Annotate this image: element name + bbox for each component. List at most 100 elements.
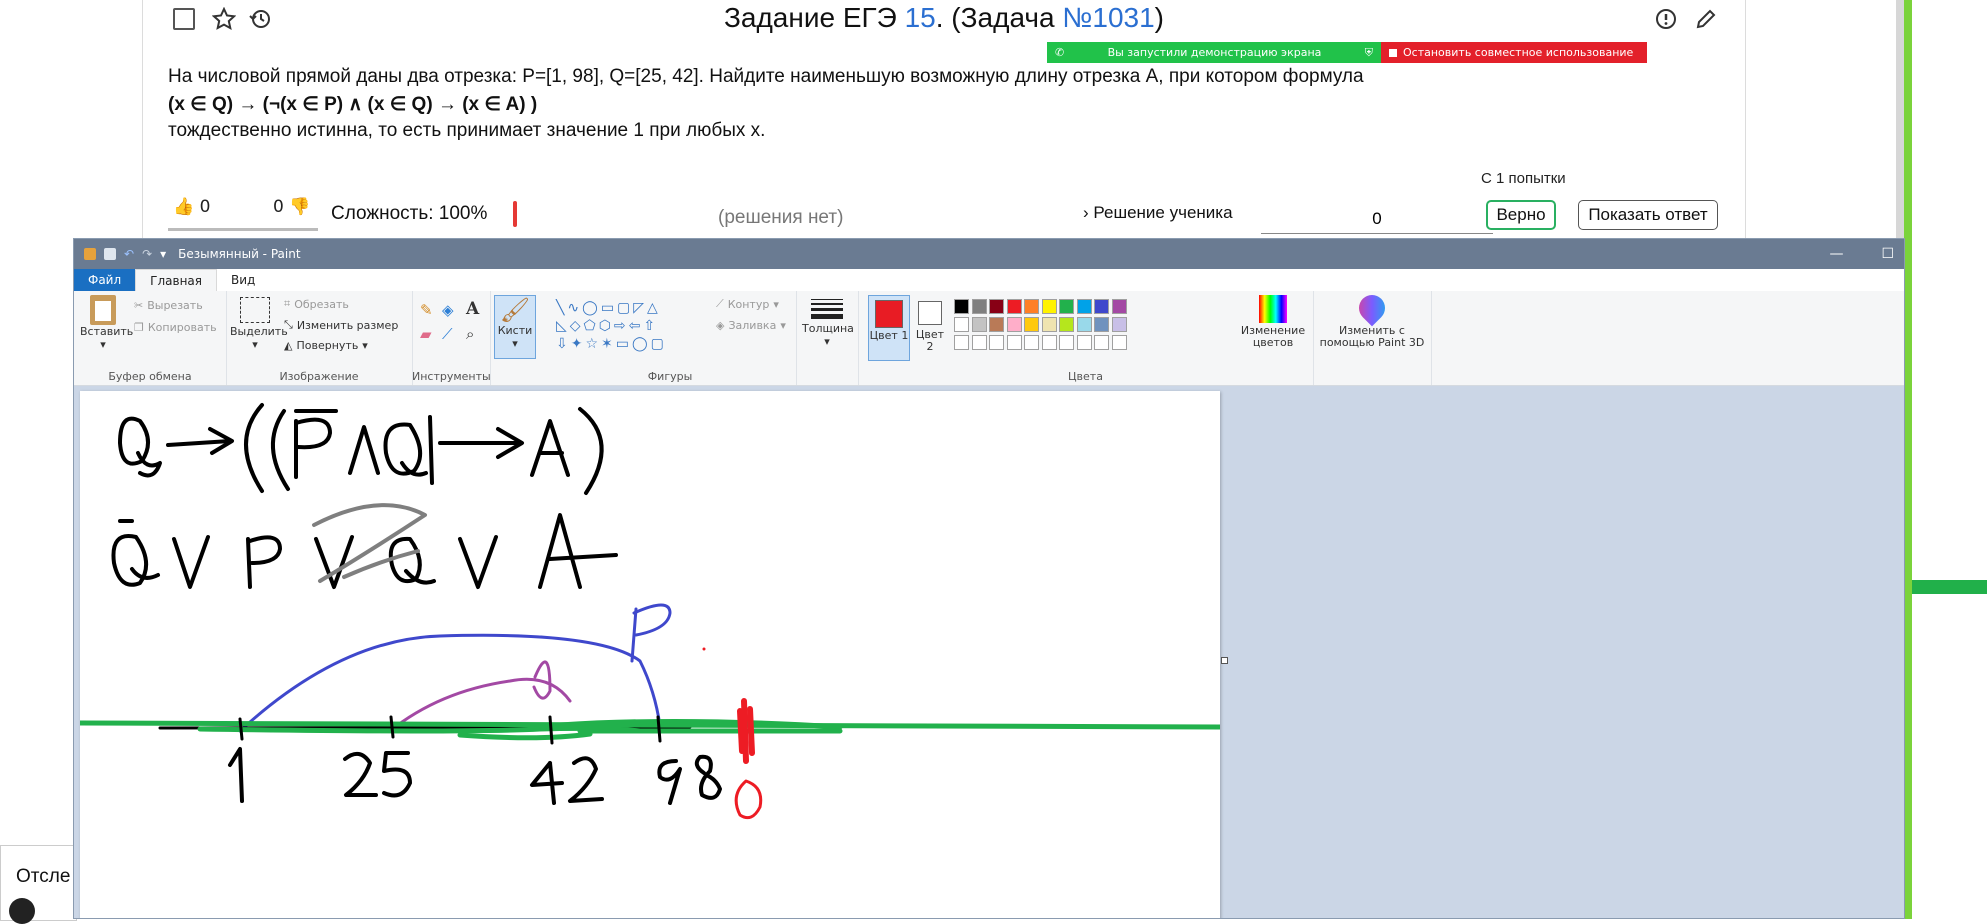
text-tool[interactable]: A bbox=[466, 299, 479, 319]
phone-icon: ✆ bbox=[1055, 46, 1065, 59]
like-count: 0 bbox=[199, 197, 211, 217]
tab-file[interactable]: Файл bbox=[74, 269, 136, 291]
palette-swatch[interactable] bbox=[1111, 335, 1127, 350]
palette-swatch[interactable] bbox=[1076, 299, 1092, 314]
palette-swatch[interactable] bbox=[989, 299, 1004, 314]
palette-swatch[interactable] bbox=[1076, 335, 1092, 350]
eraser-tool[interactable]: ▰ bbox=[420, 325, 432, 343]
brushes-button[interactable]: 🖌 Кисти ▾ bbox=[494, 295, 536, 359]
shapes-gallery[interactable]: ╲∿◯▭▢◸△ ◺◇⬠⬡⇨⇦⇧ ⇩✦☆✶▭◯▢ bbox=[556, 299, 708, 355]
report-icon[interactable] bbox=[1653, 6, 1679, 32]
correct-button[interactable]: Верно bbox=[1486, 200, 1556, 230]
color-picker-tool[interactable]: ⟋ bbox=[442, 325, 453, 343]
palette-swatch[interactable] bbox=[1059, 335, 1074, 350]
palette-swatch[interactable] bbox=[1006, 299, 1022, 314]
magnifier-tool[interactable]: ⌕ bbox=[466, 325, 474, 343]
palette-swatch[interactable] bbox=[1006, 317, 1022, 332]
pen-icon[interactable] bbox=[9, 898, 35, 924]
undo-icon[interactable]: ↶ bbox=[124, 247, 134, 261]
drawing-canvas[interactable] bbox=[80, 391, 1220, 918]
save-icon[interactable] bbox=[104, 248, 116, 260]
copy-button[interactable]: ❐ Копировать bbox=[134, 321, 217, 334]
palette-swatch[interactable] bbox=[954, 299, 969, 314]
palette-swatch[interactable] bbox=[971, 335, 987, 350]
cut-button[interactable]: ✂ Вырезать bbox=[134, 299, 203, 312]
eyedropper-icon: ⟋ bbox=[442, 325, 453, 343]
paste-dropdown-icon[interactable]: ▾ bbox=[80, 338, 126, 351]
palette-swatch[interactable] bbox=[1024, 317, 1039, 332]
handwritten-formula-1 bbox=[118, 403, 604, 495]
palette-swatch[interactable] bbox=[989, 317, 1004, 332]
paint3d-button[interactable]: Изменить с помощью Paint 3D bbox=[1317, 289, 1427, 349]
segment-p-arc bbox=[238, 633, 662, 733]
paste-button[interactable]: Вставить ▾ bbox=[80, 295, 133, 351]
palette-swatch[interactable] bbox=[1111, 299, 1127, 314]
palette-swatch[interactable] bbox=[1059, 317, 1074, 332]
stop-sharing-button[interactable]: Остановить совместное использование bbox=[1381, 42, 1647, 63]
palette-swatch[interactable] bbox=[1041, 335, 1057, 350]
edit-colors-button[interactable]: Изменение цветов bbox=[1240, 295, 1306, 349]
stop-sharing-label: Остановить совместное использование bbox=[1403, 46, 1634, 59]
task-number-link[interactable]: 15 bbox=[905, 2, 936, 33]
customize-quick-access-icon[interactable]: ▾ bbox=[160, 247, 166, 261]
canvas-resize-handle[interactable] bbox=[1221, 657, 1228, 664]
minimize-icon[interactable]: — bbox=[1829, 246, 1843, 262]
palette-swatch[interactable] bbox=[1094, 299, 1109, 314]
color1-button[interactable]: Цвет 1 bbox=[868, 295, 910, 361]
palette-swatch[interactable] bbox=[1111, 317, 1127, 332]
crop-button[interactable]: ⌗ Обрезать bbox=[284, 297, 349, 311]
maximize-icon[interactable]: ☐ bbox=[1881, 246, 1894, 262]
thickness-button[interactable]: Толщина ▾ bbox=[802, 297, 854, 348]
dislike-button[interactable]: 0 👎 bbox=[273, 197, 310, 217]
palette-swatch[interactable] bbox=[1094, 335, 1109, 350]
task-text-line1: На числовой прямой даны два отрезка: P=[… bbox=[168, 66, 1364, 87]
select-dropdown-icon[interactable]: ▾ bbox=[230, 338, 280, 351]
shapes-group-label: Фигуры bbox=[647, 370, 693, 383]
student-solution-toggle[interactable]: › Решение ученика bbox=[1083, 203, 1233, 223]
redo-icon[interactable]: ↷ bbox=[142, 247, 152, 261]
no-solution-label: (решения нет) bbox=[718, 207, 844, 228]
palette-swatch[interactable] bbox=[954, 335, 969, 350]
paint3d-label: Изменить с помощью Paint 3D bbox=[1319, 324, 1425, 349]
palette-swatch[interactable] bbox=[971, 317, 987, 332]
resize-button[interactable]: ⤡ Изменить размер bbox=[284, 318, 398, 332]
palette-swatch[interactable] bbox=[1094, 317, 1109, 332]
tab-home[interactable]: Главная bbox=[135, 269, 217, 292]
edit-pencil-icon[interactable] bbox=[1693, 6, 1719, 32]
tools-group-label: Инструменты bbox=[412, 370, 491, 383]
palette-swatch[interactable] bbox=[1059, 299, 1074, 314]
rotate-button[interactable]: ◭ Повернуть ▾ bbox=[284, 339, 368, 352]
color2-button[interactable]: Цвет 2 bbox=[912, 295, 948, 359]
palette-swatch[interactable] bbox=[954, 317, 969, 332]
palette-swatch[interactable] bbox=[1076, 317, 1092, 332]
screen-share-bar: ✆ Вы запустили демонстрацию экрана ⛨ Ост… bbox=[1047, 42, 1647, 63]
show-answer-button[interactable]: Показать ответ bbox=[1578, 200, 1718, 230]
palette-swatch[interactable] bbox=[1041, 299, 1057, 314]
tracking-panel[interactable]: Отсле bbox=[0, 845, 77, 924]
red-zero bbox=[734, 779, 763, 820]
thickness-dropdown-icon[interactable]: ▾ bbox=[802, 335, 852, 348]
select-button[interactable]: Выделить ▾ bbox=[230, 295, 288, 351]
palette-swatch[interactable] bbox=[1024, 335, 1039, 350]
pencil-tool[interactable]: ✎ bbox=[420, 301, 433, 319]
palette-swatch[interactable] bbox=[971, 299, 987, 314]
title-prefix: Задание ЕГЭ bbox=[723, 2, 905, 33]
palette-swatch[interactable] bbox=[989, 335, 1004, 350]
page-title: Задание ЕГЭ 15. (Задача №1031) bbox=[143, 2, 1745, 34]
brushes-dropdown-icon[interactable]: ▾ bbox=[495, 337, 535, 350]
tracking-label: Отсле bbox=[16, 866, 71, 887]
paint-titlebar[interactable]: ↶ ↷ ▾ Безымянный - Paint — ☐ bbox=[74, 239, 1904, 269]
outline-button[interactable]: ⟋ Контур ▾ bbox=[716, 297, 779, 311]
like-button[interactable]: 👍 0 bbox=[173, 197, 210, 217]
palette-swatch[interactable] bbox=[1006, 335, 1022, 350]
title-mid: . (Задача bbox=[935, 2, 1063, 33]
shapes-row-3: ⇩✦☆✶▭◯▢ bbox=[556, 336, 667, 352]
fill-tool[interactable]: ◈ bbox=[442, 301, 454, 319]
answer-input[interactable] bbox=[1261, 205, 1493, 234]
palette-swatch[interactable] bbox=[1041, 317, 1057, 332]
rotate-icon: ◭ bbox=[284, 339, 293, 352]
task-id-link[interactable]: №1031 bbox=[1062, 2, 1154, 33]
tab-view[interactable]: Вид bbox=[217, 269, 269, 291]
fill-button[interactable]: ◈ Заливка ▾ bbox=[716, 319, 786, 332]
palette-swatch[interactable] bbox=[1024, 299, 1039, 314]
